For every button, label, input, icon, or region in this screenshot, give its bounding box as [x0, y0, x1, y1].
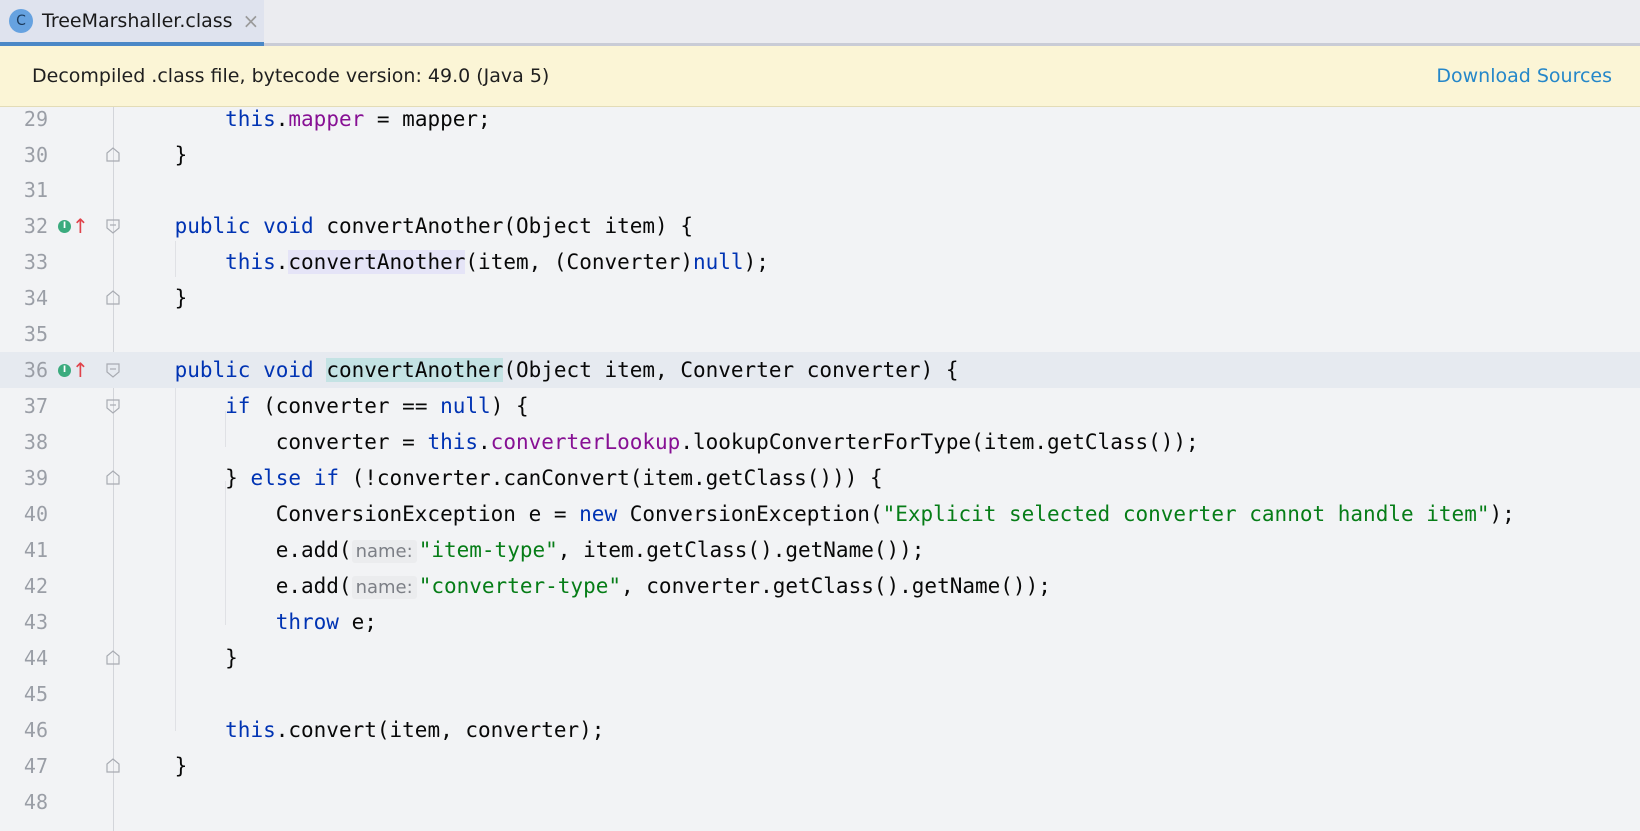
code-text: if (converter == null) { [225, 394, 529, 418]
code-line[interactable]: 48 [0, 784, 1640, 820]
fold-start-icon[interactable] [104, 397, 122, 415]
code-line[interactable]: 47 } [0, 748, 1640, 784]
line-number: 29 [23, 107, 48, 131]
line-number: 48 [23, 790, 48, 814]
declaration-highlight: convertAnother [326, 358, 504, 382]
code-text: } [225, 646, 238, 670]
code-text: throw e; [275, 610, 377, 634]
line-number: 39 [23, 466, 48, 490]
code-editor[interactable]: 29 this.mapper = mapper; 30 } 31 32 I ↑ … [0, 107, 1640, 831]
fold-end-icon[interactable] [104, 757, 122, 775]
fold-start-icon[interactable] [104, 361, 122, 379]
line-number: 35 [23, 322, 48, 346]
implements-marker[interactable]: I ↑ [58, 352, 89, 388]
class-file-icon: C [9, 9, 33, 33]
go-to-super-icon: ↑ [72, 358, 89, 382]
code-text: this.mapper = mapper; [225, 107, 491, 131]
code-line[interactable]: 40 ConversionException e = new Conversio… [0, 496, 1640, 532]
line-number: 41 [23, 538, 48, 562]
code-line-current[interactable]: 36 I ↑ public void convertAnother(Object… [0, 352, 1640, 388]
code-line[interactable]: 38 converter = this.converterLookup.look… [0, 424, 1640, 460]
code-line[interactable]: 37 if (converter == null) { [0, 388, 1640, 424]
code-text: converter = this.converterLookup.lookupC… [275, 430, 1199, 454]
tab-treemarshaller-class[interactable]: C TreeMarshaller.class × [0, 0, 264, 46]
line-number: 36 [23, 358, 48, 382]
line-number: 38 [23, 430, 48, 454]
line-number: 31 [23, 178, 48, 202]
code-line[interactable]: 35 [0, 316, 1640, 352]
line-number: 45 [23, 682, 48, 706]
code-line[interactable]: 39 } else if (!converter.canConvert(item… [0, 460, 1640, 496]
code-line[interactable]: 33 this.convertAnother(item, (Converter)… [0, 244, 1640, 280]
tab-label: TreeMarshaller.class [42, 10, 233, 32]
code-line[interactable]: 45 [0, 676, 1640, 712]
line-number: 43 [23, 610, 48, 634]
parameter-name-hint: name: [351, 540, 417, 563]
implements-marker[interactable]: I ↑ [58, 208, 89, 244]
code-line[interactable]: 29 this.mapper = mapper; [0, 107, 1640, 137]
code-line[interactable]: 31 [0, 172, 1640, 208]
line-number: 33 [23, 250, 48, 274]
banner-message: Decompiled .class file, bytecode version… [32, 65, 550, 87]
line-number: 37 [23, 394, 48, 418]
code-line[interactable]: 30 } [0, 137, 1640, 173]
code-text: } [174, 286, 188, 310]
fold-start-icon[interactable] [104, 217, 122, 235]
implements-icon: I [58, 363, 71, 377]
code-line[interactable]: 34 } [0, 280, 1640, 316]
code-text: ConversionException e = new ConversionEx… [275, 502, 1515, 526]
code-text: public void convertAnother(Object item, … [174, 358, 959, 382]
line-number: 44 [23, 646, 48, 670]
fold-end-icon[interactable] [104, 289, 122, 307]
code-text: e.add(name: "converter-type", converter.g… [275, 574, 1051, 599]
line-number: 40 [23, 502, 48, 526]
fold-end-icon[interactable] [104, 469, 122, 487]
code-text: } [174, 143, 188, 167]
code-text: this.convertAnother(item, (Converter)nul… [225, 250, 769, 274]
close-icon[interactable]: × [243, 11, 260, 31]
fold-end-icon[interactable] [104, 649, 122, 667]
editor-tab-bar: C TreeMarshaller.class × [0, 0, 1640, 46]
implements-icon: I [58, 219, 71, 233]
line-number: 42 [23, 574, 48, 598]
code-line[interactable]: 42 e.add(name: "converter-type", converte… [0, 568, 1640, 604]
go-to-super-icon: ↑ [72, 214, 89, 238]
download-sources-link[interactable]: Download Sources [1436, 65, 1612, 87]
parameter-name-hint: name: [351, 576, 417, 599]
line-number: 46 [23, 718, 48, 742]
code-text: } else if (!converter.canConvert(item.ge… [225, 466, 883, 490]
usage-highlight: convertAnother [288, 250, 466, 274]
code-line[interactable]: 32 I ↑ public void convertAnother(Object… [0, 208, 1640, 244]
code-line[interactable]: 43 throw e; [0, 604, 1640, 640]
code-text: } [174, 754, 188, 778]
decompiled-notice-banner: Decompiled .class file, bytecode version… [0, 46, 1640, 107]
fold-end-icon[interactable] [104, 146, 122, 164]
code-text: e.add(name: "item-type", item.getClass().… [275, 538, 925, 563]
line-number: 30 [23, 143, 48, 167]
line-number: 47 [23, 754, 48, 778]
line-number: 34 [23, 286, 48, 310]
code-text: public void convertAnother(Object item) … [174, 214, 693, 238]
code-line[interactable]: 46 this.convert(item, converter); [0, 712, 1640, 748]
code-text: this.convert(item, converter); [225, 718, 605, 742]
code-line[interactable]: 44 } [0, 640, 1640, 676]
code-line[interactable]: 41 e.add(name: "item-type", item.getClass… [0, 532, 1640, 568]
line-number: 32 [23, 214, 48, 238]
